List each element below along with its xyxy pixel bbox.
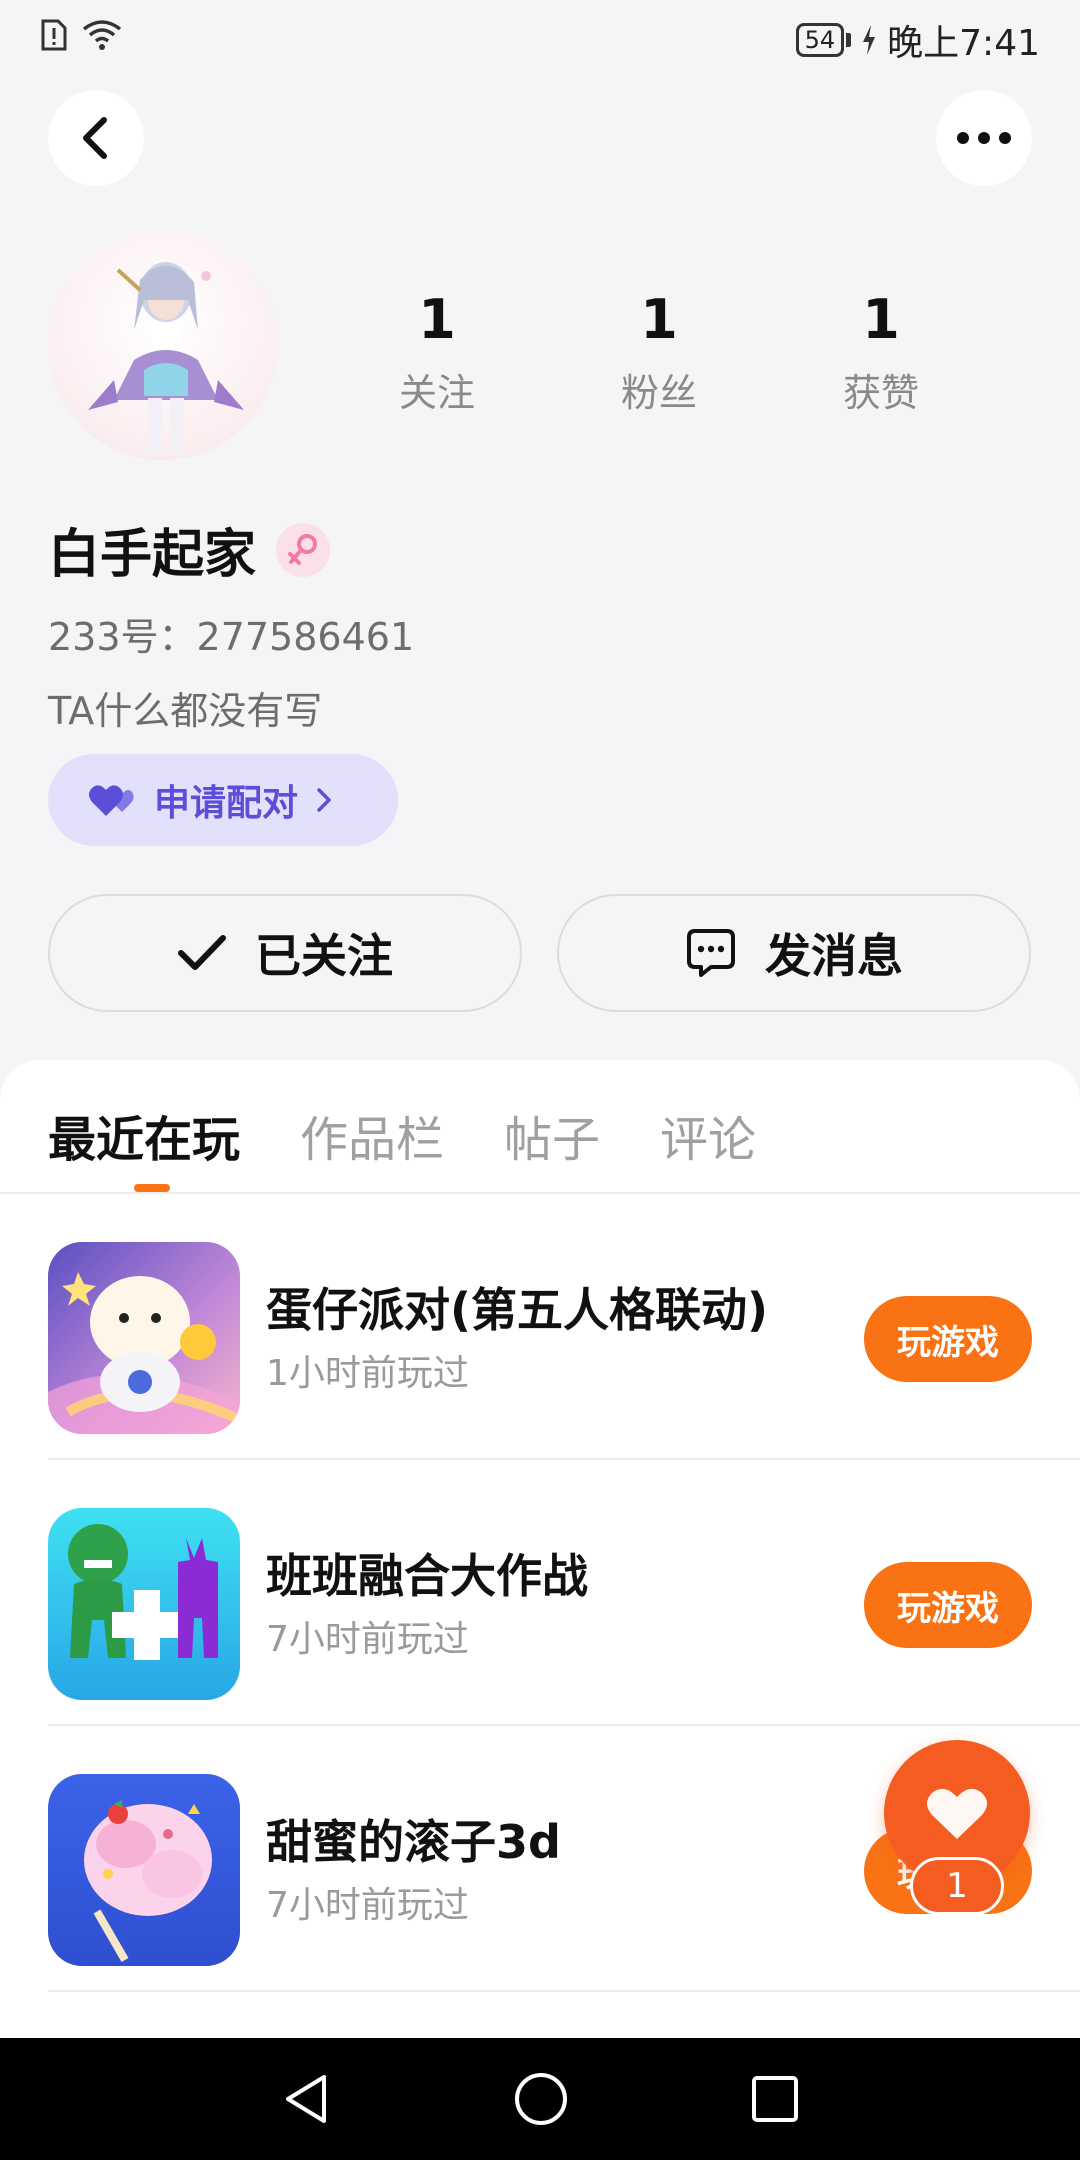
tab-works[interactable]: 作品栏	[300, 1100, 444, 1170]
nickname-row: 白手起家	[48, 512, 331, 587]
send-message-label: 发消息	[765, 929, 903, 983]
game-title: 甜蜜的滚子3d	[266, 1815, 561, 1869]
followed-button[interactable]: 已关注	[48, 894, 522, 1012]
stat-value: 1	[640, 288, 678, 351]
stat-followers[interactable]: 1 粉丝	[548, 290, 770, 417]
bio: TA什么都没有写	[48, 689, 323, 733]
profile-stats: 1 关注 1 粉丝 1 获赞	[326, 290, 992, 417]
pair-request-button[interactable]: 申请配对	[48, 754, 398, 846]
pair-request-label: 申请配对	[154, 783, 299, 824]
game-played-time: 7小时前玩过	[266, 1619, 469, 1660]
stat-label: 获赞	[842, 371, 919, 415]
stat-value: 1	[418, 288, 456, 351]
tab-indicator	[134, 1184, 170, 1192]
back-button[interactable]	[48, 90, 144, 186]
followed-label: 已关注	[255, 929, 393, 983]
game-icon-banban	[48, 1508, 240, 1700]
game-row[interactable]: 蛋仔派对(第五人格联动) 1小时前玩过 玩游戏	[48, 1194, 1080, 1460]
gender-badge	[276, 522, 331, 577]
stat-likes[interactable]: 1 获赞	[770, 290, 992, 417]
send-message-button[interactable]: 发消息	[557, 894, 1031, 1012]
back-triangle-icon[interactable]	[280, 2071, 332, 2127]
female-icon	[288, 533, 318, 565]
game-icon-cotton-candy	[48, 1774, 240, 1966]
play-game-button[interactable]: 玩游戏	[864, 1562, 1032, 1648]
game-title: 班班融合大作战	[266, 1549, 588, 1603]
game-title: 蛋仔派对(第五人格联动)	[266, 1283, 769, 1337]
battery-cap	[846, 33, 852, 47]
stat-value: 1	[862, 288, 900, 351]
home-circle-icon[interactable]	[513, 2071, 569, 2127]
tab-recently-played[interactable]: 最近在玩	[48, 1100, 240, 1170]
chevron-right-icon	[317, 788, 331, 812]
recents-square-icon[interactable]	[750, 2074, 800, 2124]
chat-bubble-icon	[687, 929, 735, 977]
battery-indicator: 54	[795, 23, 845, 57]
game-row[interactable]: 班班融合大作战 7小时前玩过 玩游戏	[48, 1460, 1080, 1726]
wifi-icon	[82, 20, 122, 50]
check-icon	[178, 935, 226, 970]
stat-label: 粉丝	[620, 371, 697, 415]
game-icon-eggy-party	[48, 1242, 240, 1434]
tab-bar: 最近在玩 作品栏 帖子 评论	[48, 1100, 756, 1170]
tab-posts[interactable]: 帖子	[504, 1100, 600, 1170]
stat-following[interactable]: 1 关注	[326, 290, 548, 417]
more-icon	[957, 132, 1011, 144]
status-bar: 54 晚上7:41	[0, 0, 1080, 76]
play-game-button[interactable]: 玩游戏	[864, 1296, 1032, 1382]
system-nav-bar	[0, 2038, 1080, 2160]
clock: 晚上7:41	[887, 23, 1040, 64]
stat-label: 关注	[398, 371, 475, 415]
more-button[interactable]	[936, 90, 1032, 186]
sim-alert-icon	[41, 19, 67, 51]
heart-icon	[927, 1788, 987, 1839]
game-played-time: 1小时前玩过	[266, 1353, 469, 1394]
user-id: 233号：277586461	[48, 615, 415, 659]
charging-icon	[863, 25, 876, 55]
avatar[interactable]	[48, 230, 278, 460]
battery-level: 54	[804, 26, 836, 54]
nickname: 白手起家	[48, 525, 257, 585]
divider	[48, 1990, 1080, 1992]
game-played-time: 7小时前玩过	[266, 1885, 469, 1926]
avatar-character-image	[88, 262, 244, 456]
tab-comments[interactable]: 评论	[660, 1100, 756, 1170]
hearts-icon	[89, 785, 134, 816]
like-count-badge: 1	[910, 1857, 1004, 1915]
chevron-left-icon	[83, 117, 107, 159]
profile-page: 54 晚上7:41 1 关注 1 粉丝 1 获赞 白手起家 233号：27758…	[0, 0, 1080, 2160]
